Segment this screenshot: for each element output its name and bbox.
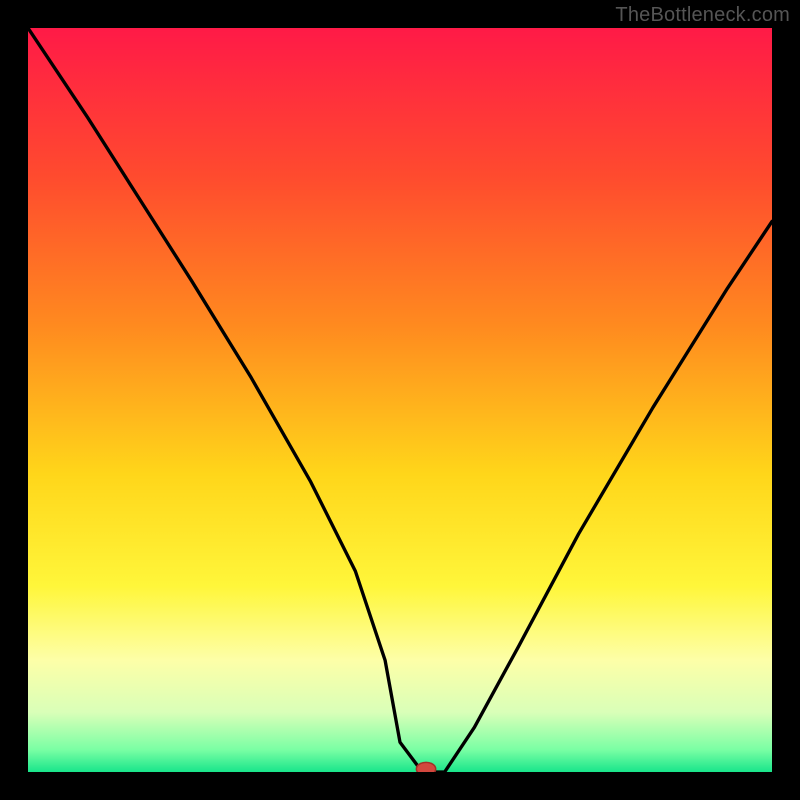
chart-svg [28, 28, 772, 772]
watermark-text: TheBottleneck.com [615, 4, 790, 27]
chart-background [28, 28, 772, 772]
optimum-marker [416, 762, 435, 772]
bottleneck-chart [28, 28, 772, 772]
chart-frame: TheBottleneck.com [0, 0, 800, 800]
